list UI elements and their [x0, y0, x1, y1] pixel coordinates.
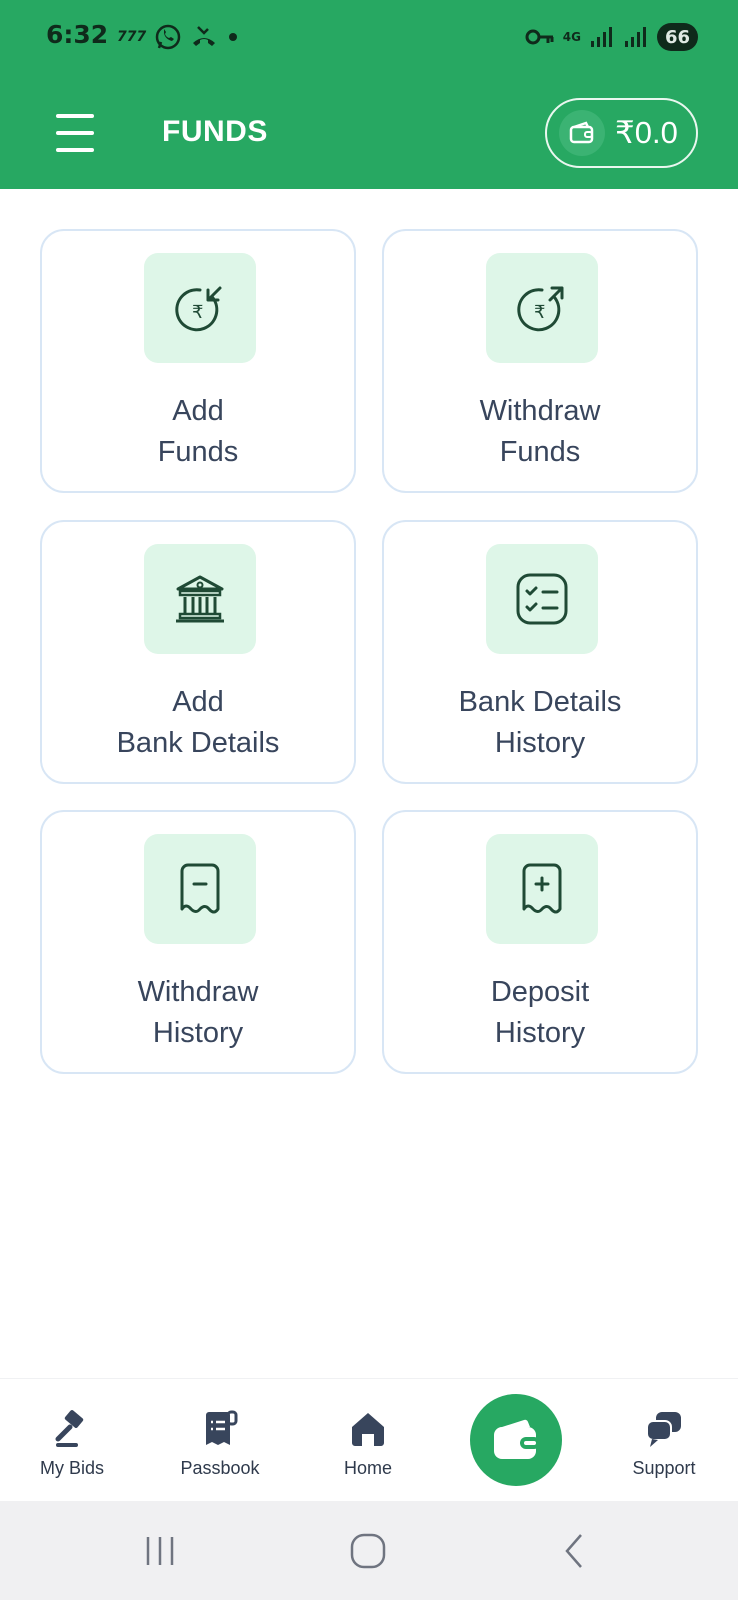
- icon-tile: ₹: [486, 253, 598, 363]
- withdraw-funds-card[interactable]: ₹ Withdraw Funds: [382, 229, 698, 493]
- nav-label: Home: [343, 1458, 392, 1478]
- card-label: Add Funds: [42, 391, 354, 473]
- battery-indicator: 66: [656, 23, 698, 51]
- deposit-history-card[interactable]: Deposit History: [382, 810, 698, 1074]
- dot-icon: [229, 33, 238, 41]
- icon-tile: ₹: [144, 253, 256, 363]
- withdraw-history-card[interactable]: Withdraw History: [40, 810, 356, 1074]
- gavel-icon: [55, 1410, 84, 1447]
- back-icon[interactable]: [544, 1531, 604, 1571]
- card-label-line1: Deposit: [490, 976, 590, 1008]
- whatsapp-icon: [155, 24, 181, 50]
- card-label: Withdraw Funds: [384, 391, 696, 473]
- network-type: 4G: [562, 30, 581, 44]
- status-time: 6:32: [46, 20, 109, 49]
- icon-tile: [486, 834, 598, 944]
- card-label-line1: Add: [172, 686, 224, 718]
- signal-icon-2: [624, 27, 646, 47]
- chat-bubbles-icon: [646, 1412, 681, 1447]
- notification-icons: 777: [117, 22, 240, 52]
- card-label: Bank Details History: [384, 682, 696, 764]
- app-header: 6:32 777 4G 66 FUNDS ₹0.0: [0, 0, 738, 189]
- rupee-deposit-icon: ₹: [175, 286, 222, 332]
- menu-icon[interactable]: [52, 110, 98, 156]
- bank-icon: [176, 575, 224, 623]
- add-bank-details-card[interactable]: Add Bank Details: [40, 520, 356, 784]
- page-title: FUNDS: [162, 115, 268, 148]
- svg-text:₹: ₹: [534, 302, 545, 323]
- receipt-minus-icon: [180, 863, 220, 914]
- add-funds-card[interactable]: ₹ Add Funds: [40, 229, 356, 493]
- card-label-line2: History: [494, 1017, 586, 1049]
- card-label-line2: Bank Details: [116, 727, 280, 759]
- checklist-icon: [516, 573, 568, 625]
- svg-text:₹: ₹: [192, 302, 203, 323]
- wallet-balance: ₹0.0: [615, 115, 678, 150]
- signal-icon: [590, 27, 612, 47]
- icon-tile: [486, 544, 598, 654]
- card-label-line2: History: [494, 727, 586, 759]
- icon-tile: [144, 544, 256, 654]
- home-circle-icon[interactable]: [338, 1531, 398, 1571]
- nav-label: My Bids: [39, 1458, 104, 1478]
- card-label-line1: Bank Details: [458, 686, 622, 718]
- nav-label: Support: [632, 1458, 696, 1478]
- system-status-icons: 4G 66: [525, 20, 698, 54]
- vpn-key-icon: [525, 29, 554, 45]
- nav-label: Passbook: [180, 1458, 260, 1478]
- nav-funds-wallet-button[interactable]: [470, 1394, 562, 1486]
- receipt-plus-icon: [522, 863, 562, 914]
- card-label: Deposit History: [384, 972, 696, 1054]
- wallet-icon: [494, 1419, 540, 1459]
- rupee-withdraw-icon: ₹: [517, 286, 564, 332]
- card-label-line1: Add: [172, 395, 224, 427]
- card-label-line1: Withdraw: [137, 976, 259, 1008]
- funds-screen: 6:32 777 4G 66 FUNDS ₹0.0 ₹ Add Funds ₹ …: [0, 0, 738, 1600]
- nav-home[interactable]: Home: [308, 1379, 428, 1502]
- card-label: Withdraw History: [42, 972, 354, 1054]
- system-nav-bar: [0, 1501, 738, 1600]
- missed-call-icon: [193, 26, 216, 46]
- bank-details-history-card[interactable]: Bank Details History: [382, 520, 698, 784]
- carrier-777-icon: 777: [117, 29, 147, 45]
- card-label-line1: Withdraw: [479, 395, 601, 427]
- wallet-balance-button[interactable]: ₹0.0: [545, 98, 698, 168]
- card-label-line2: History: [152, 1017, 244, 1049]
- bottom-nav: My Bids Passbook Home Support: [0, 1378, 738, 1501]
- status-bar: 6:32 777 4G 66: [0, 0, 738, 72]
- nav-passbook[interactable]: Passbook: [160, 1379, 280, 1502]
- icon-tile: [144, 834, 256, 944]
- passbook-icon: [206, 1410, 238, 1445]
- wallet-icon: [559, 110, 605, 156]
- home-icon: [352, 1413, 384, 1446]
- card-label: Add Bank Details: [42, 682, 354, 764]
- recent-apps-icon[interactable]: [130, 1531, 190, 1571]
- card-label-line2: Funds: [499, 436, 581, 468]
- nav-my-bids[interactable]: My Bids: [12, 1379, 132, 1502]
- card-label-line2: Funds: [157, 436, 239, 468]
- nav-support[interactable]: Support: [604, 1379, 724, 1502]
